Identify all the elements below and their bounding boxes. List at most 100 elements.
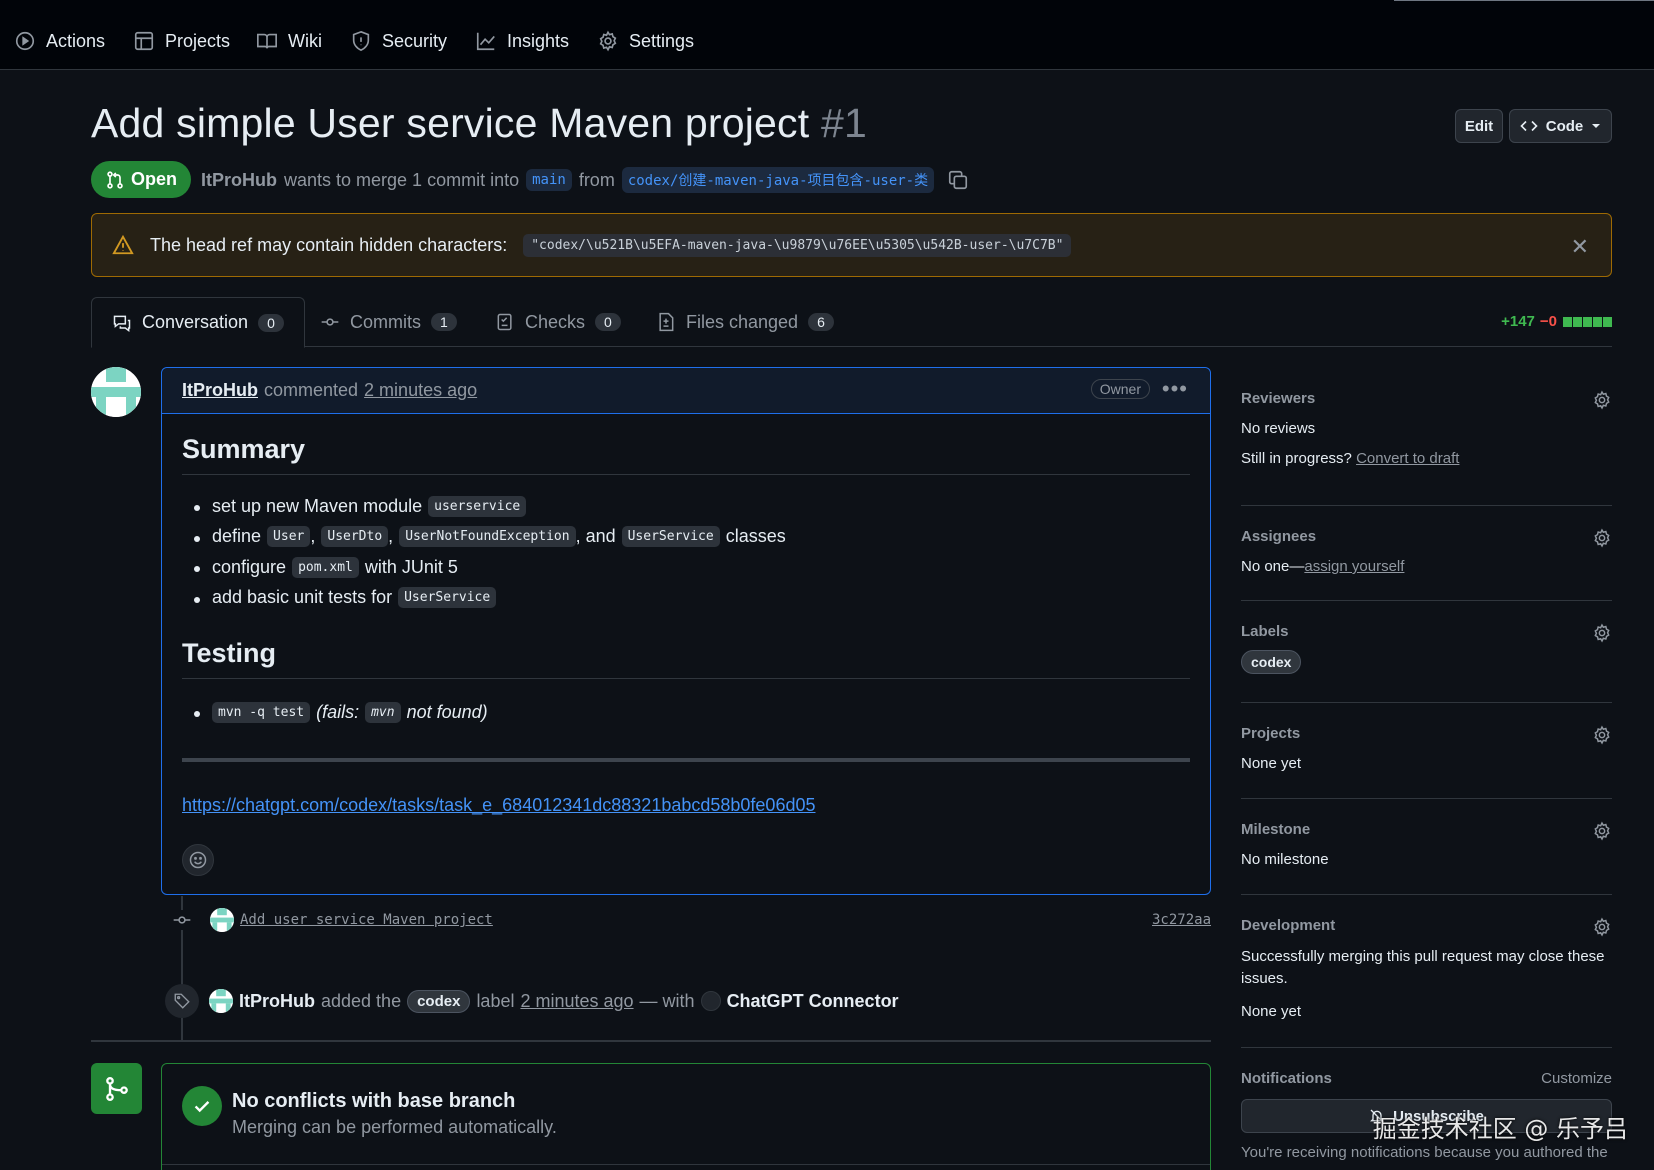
tab-commits[interactable]: Commits 1 bbox=[320, 297, 457, 347]
customize-link[interactable]: Customize bbox=[1541, 1070, 1612, 1087]
copy-icon[interactable] bbox=[947, 169, 969, 191]
sidebar-section-title: Labels bbox=[1241, 623, 1289, 640]
base-branch[interactable]: main bbox=[526, 169, 572, 191]
graph-icon bbox=[475, 30, 497, 52]
head-branch[interactable]: codex/创建-maven-java-项目包含-user-类 bbox=[621, 167, 935, 193]
convert-to-draft-link[interactable]: Convert to draft bbox=[1356, 450, 1459, 467]
connector-name[interactable]: ChatGPT Connector bbox=[727, 991, 899, 1012]
nav-underline-fragment bbox=[1394, 0, 1654, 1]
hidden-characters-warning: The head ref may contain hidden characte… bbox=[91, 213, 1612, 277]
horizontal-rule bbox=[182, 757, 1190, 762]
code-icon bbox=[1520, 117, 1538, 135]
sidebar-notifications: Notifications Customize Unsubscribe You'… bbox=[1241, 1048, 1612, 1161]
sidebar-assignees: Assignees No one—assign yourself bbox=[1241, 506, 1612, 601]
code-button[interactable]: Code bbox=[1509, 109, 1612, 143]
reviewers-value: No reviews bbox=[1241, 420, 1316, 437]
gear-icon[interactable] bbox=[1592, 623, 1612, 643]
comment-header: ItProHub commented 2 minutes ago Owner •… bbox=[162, 368, 1210, 414]
pr-title: Add simple User service Maven project #1 bbox=[91, 100, 867, 147]
summary-heading: Summary bbox=[182, 434, 1190, 475]
tab-checks[interactable]: Checks 0 bbox=[495, 297, 621, 347]
pr-author-link[interactable]: ItProHub bbox=[201, 170, 277, 191]
label-pill[interactable]: codex bbox=[1241, 650, 1302, 674]
gear-icon[interactable] bbox=[1592, 390, 1612, 410]
merge-status-title: No conflicts with base branch bbox=[232, 1090, 516, 1112]
list-item-text: configure bbox=[212, 556, 287, 577]
tab-label: Files changed bbox=[686, 311, 799, 332]
event-author-link[interactable]: ItProHub bbox=[239, 991, 315, 1012]
kebab-horizontal-icon[interactable]: ••• bbox=[1162, 376, 1188, 402]
sidebar-labels: Labels codex bbox=[1241, 601, 1612, 703]
tab-conversation[interactable]: Conversation 0 bbox=[91, 297, 305, 348]
development-value: None yet bbox=[1241, 1003, 1302, 1020]
git-pull-request-icon bbox=[105, 170, 125, 190]
gear-icon[interactable] bbox=[1592, 821, 1612, 841]
timeline-divider bbox=[91, 1040, 1211, 1042]
repo-nav: Actions Projects Wiki Security Insights … bbox=[0, 0, 1654, 70]
list-item-text: set up new Maven module bbox=[212, 495, 423, 516]
pr-description-comment: ItProHub commented 2 minutes ago Owner •… bbox=[161, 367, 1211, 895]
label-pill[interactable]: codex bbox=[407, 989, 471, 1013]
testing-heading: Testing bbox=[182, 638, 1190, 679]
book-icon bbox=[256, 30, 278, 52]
nav-item-wiki[interactable]: Wiki bbox=[256, 26, 322, 56]
comment-time-link[interactable]: 2 minutes ago bbox=[364, 380, 477, 401]
event-text: — with bbox=[639, 990, 695, 1011]
tab-label: Checks bbox=[525, 311, 586, 332]
timeline-label-event: ItProHub added the codex label 2 minutes… bbox=[165, 984, 899, 1018]
avatar[interactable] bbox=[210, 908, 234, 932]
nav-item-label: Settings bbox=[629, 30, 695, 51]
list-item-text: (fails: bbox=[316, 701, 360, 722]
task-link-wrapper: https://chatgpt.com/codex/tasks/task_e_6… bbox=[182, 795, 1190, 816]
inline-code: UserNotFoundException bbox=[399, 526, 576, 548]
gear-icon[interactable] bbox=[1592, 917, 1612, 937]
nav-item-label: Wiki bbox=[288, 30, 322, 51]
warning-ref-code: "codex/\u521B\u5EFA-maven-java-\u9879\u7… bbox=[523, 233, 1072, 257]
pr-state-label: Open bbox=[130, 169, 177, 189]
diffstat-deletions: −0 bbox=[1539, 313, 1557, 330]
avatar[interactable] bbox=[209, 989, 233, 1013]
check-icon bbox=[182, 1086, 222, 1126]
merge-status-box: No conflicts with base branch Merging ca… bbox=[161, 1063, 1211, 1170]
pr-state-badge: Open bbox=[91, 161, 191, 198]
nav-item-label: Projects bbox=[165, 30, 231, 51]
avatar[interactable] bbox=[91, 367, 141, 417]
tab-files-changed[interactable]: Files changed 6 bbox=[656, 297, 834, 347]
assign-yourself-link[interactable]: assign yourself bbox=[1304, 558, 1404, 575]
pr-number: #1 bbox=[820, 100, 867, 146]
list-item-text: , and bbox=[575, 526, 616, 547]
add-reaction-button[interactable] bbox=[182, 844, 214, 876]
edit-button[interactable]: Edit bbox=[1455, 109, 1503, 143]
nav-item-actions[interactable]: Actions bbox=[14, 26, 105, 56]
tab-count: 0 bbox=[595, 313, 621, 331]
commit-sha-link[interactable]: 3c272aa bbox=[1152, 912, 1211, 928]
nav-item-label: Actions bbox=[46, 30, 106, 51]
event-time-link[interactable]: 2 minutes ago bbox=[520, 991, 633, 1012]
comment-action: commented bbox=[264, 380, 359, 400]
pr-from-text: from bbox=[578, 169, 615, 190]
code-button-label: Code bbox=[1545, 117, 1584, 135]
gear-icon bbox=[597, 30, 619, 52]
caret-down-icon bbox=[1591, 121, 1601, 131]
close-icon[interactable]: ✕ bbox=[1571, 234, 1589, 260]
nav-item-settings[interactable]: Settings bbox=[597, 26, 694, 56]
tab-label: Commits bbox=[350, 311, 421, 332]
notifications-text: You're receiving notifications because y… bbox=[1241, 1144, 1608, 1161]
gear-icon[interactable] bbox=[1592, 725, 1612, 745]
play-circle-icon bbox=[14, 30, 36, 52]
pr-merge-text: wants to merge 1 commit into bbox=[284, 169, 520, 190]
nav-item-projects[interactable]: Projects bbox=[133, 26, 230, 56]
nav-item-security[interactable]: Security bbox=[350, 26, 447, 56]
sidebar-section-title: Projects bbox=[1241, 725, 1301, 742]
comment-author-link[interactable]: ItProHub bbox=[182, 380, 258, 401]
tab-count: 0 bbox=[258, 313, 284, 332]
inline-code: pom.xml bbox=[292, 556, 359, 578]
pr-meta: ItProHub wants to merge 1 commit into ma… bbox=[201, 166, 969, 194]
codex-task-link[interactable]: https://chatgpt.com/codex/tasks/task_e_6… bbox=[182, 795, 815, 815]
inline-code: UserService bbox=[621, 526, 720, 548]
nav-item-label: Insights bbox=[507, 30, 570, 51]
nav-item-insights[interactable]: Insights bbox=[475, 26, 569, 56]
gear-icon[interactable] bbox=[1592, 528, 1612, 548]
comment-discussion-icon bbox=[112, 313, 132, 333]
commit-message-link[interactable]: Add user service Maven project bbox=[240, 912, 493, 928]
